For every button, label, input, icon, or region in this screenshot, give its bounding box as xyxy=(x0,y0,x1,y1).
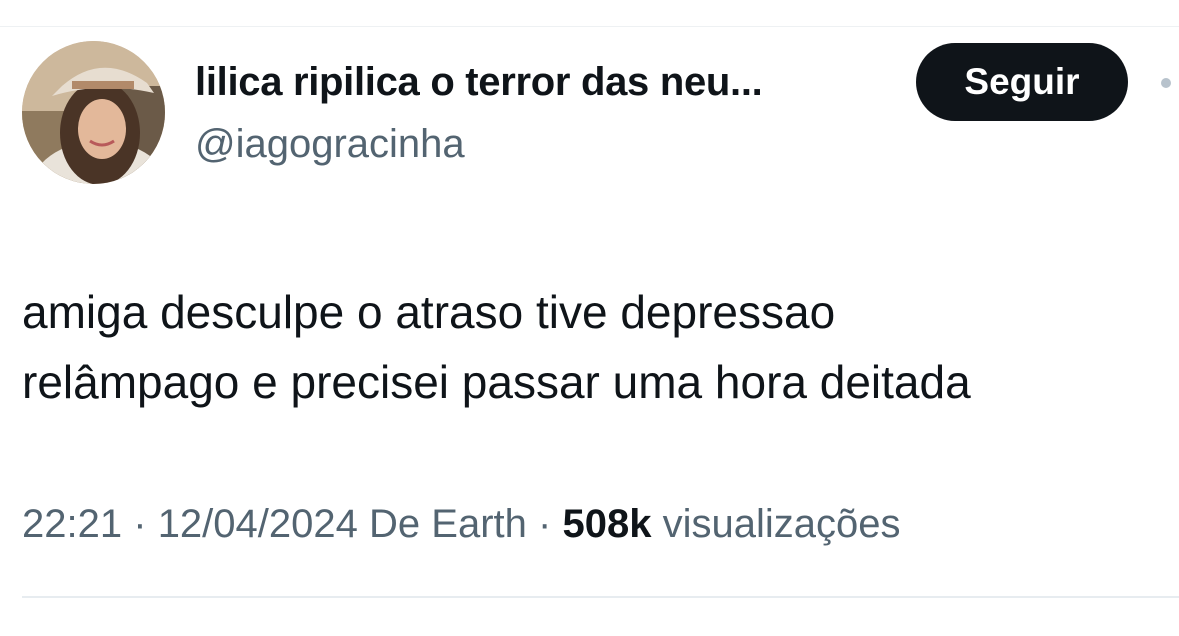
tweet-text-line: relâmpago e precisei passar uma hora dei… xyxy=(22,356,971,408)
bottom-divider xyxy=(22,596,1179,598)
tweet-source: De Earth xyxy=(369,502,527,546)
meta-separator: · xyxy=(133,502,147,546)
author-handle[interactable]: @iagogracinha xyxy=(195,120,465,168)
tweet-meta: 22:21 · 12/04/2024 De Earth · 508k visua… xyxy=(22,500,900,548)
top-divider xyxy=(0,26,1179,27)
tweet-date[interactable]: 12/04/2024 xyxy=(158,502,358,546)
views-count: 508k xyxy=(562,502,652,546)
more-dot-icon[interactable] xyxy=(1161,78,1171,88)
follow-button[interactable]: Seguir xyxy=(916,43,1128,121)
avatar[interactable] xyxy=(22,41,165,184)
author-display-name[interactable]: lilica ripilica o terror das neu... xyxy=(195,58,763,106)
meta-separator: · xyxy=(538,502,552,546)
tweet-text: amiga desculpe o atraso tive depressao r… xyxy=(22,277,1172,417)
tweet-text-line: amiga desculpe o atraso tive depressao xyxy=(22,286,836,338)
views-label: visualizações xyxy=(662,502,901,546)
user-avatar-photo-icon xyxy=(22,41,165,184)
tweet-time[interactable]: 22:21 xyxy=(22,502,122,546)
